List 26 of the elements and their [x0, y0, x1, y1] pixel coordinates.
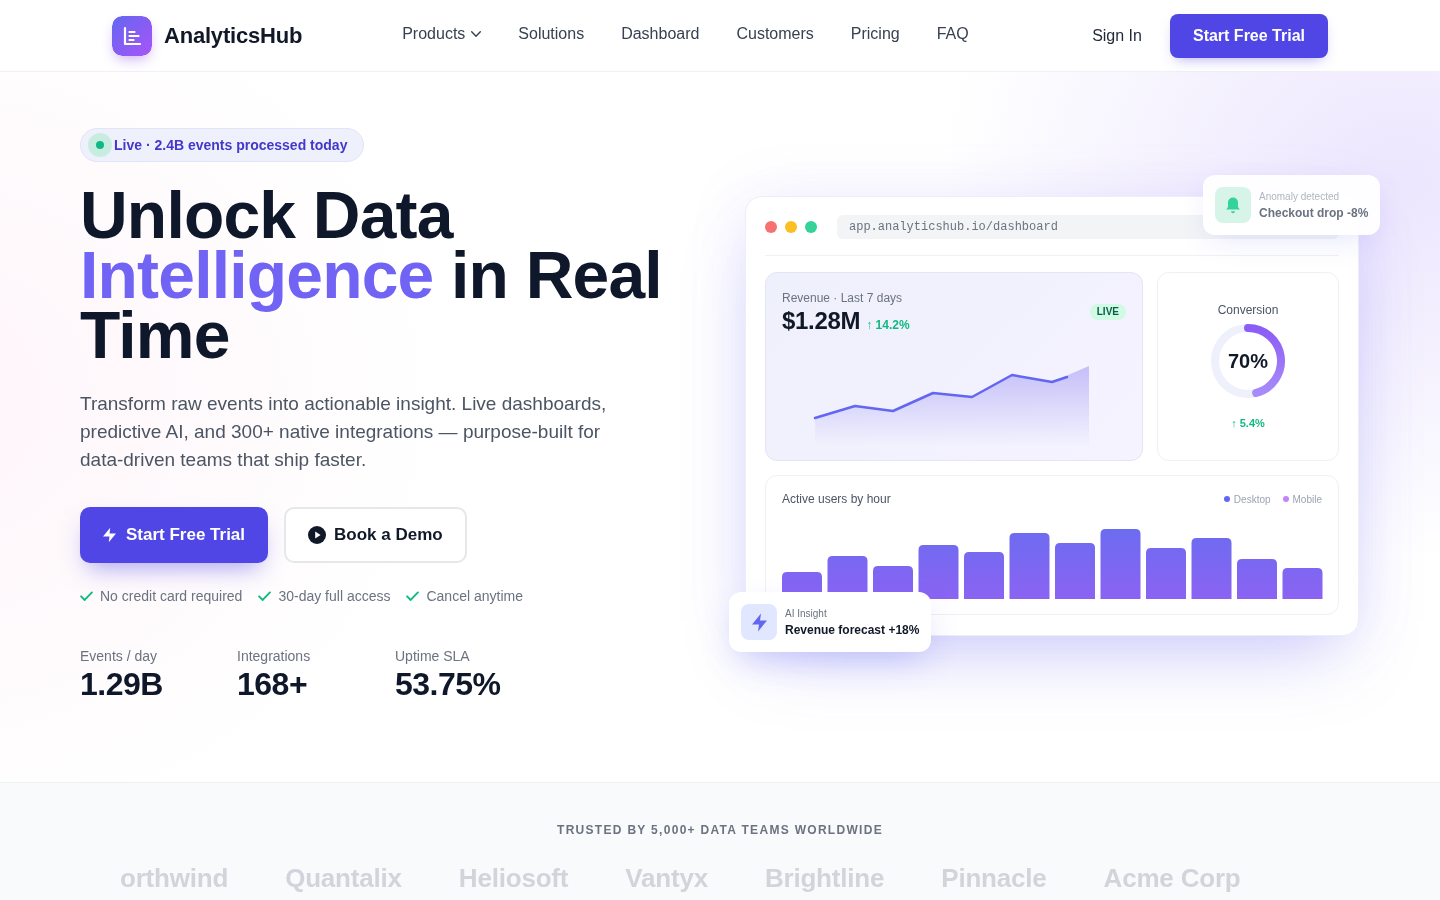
stat-label: Uptime SLA [395, 647, 471, 665]
badge-text: Live · 2.4B events processed today [114, 137, 348, 153]
conversion-value: 70% [1227, 350, 1269, 372]
revenue-label: Revenue · Last 7 days [782, 290, 904, 306]
popup-text: Revenue forecast +18% [785, 621, 920, 638]
change-text: ↑ 5.4% [1231, 416, 1265, 430]
live-tag: LIVE [1089, 304, 1126, 320]
perk-text: 30-day full access [278, 587, 391, 606]
legend-label: Desktop [1233, 493, 1271, 505]
legend-label: Mobile [1292, 493, 1322, 505]
conversion-label: Conversion [1217, 303, 1279, 317]
change-text: ↑ 14.2% [866, 318, 910, 332]
stat-value: 168+ [237, 666, 309, 702]
stat-value: 53.75% [395, 666, 502, 702]
perk-text: Cancel anytime [426, 587, 523, 606]
revenue-value: $1.28M [782, 306, 861, 336]
stat-label: Events / day [80, 647, 159, 665]
popup-label: Anomaly detected [1259, 189, 1341, 203]
headline: Unlock Data Intelligence in Real Time [80, 185, 663, 365]
chart-title: Active users by hour [782, 492, 891, 506]
stat-value: 1.29B [80, 666, 164, 702]
perk-text: No credit card required [100, 587, 243, 606]
hero-description: Transform raw events into actionable insight. Live dashboards, predictive AI, and 300+ native integrations — purpose-built for data-driven teams that ship faster. [80, 392, 608, 472]
section-heading: TRUSTED BY 5,000+ DATA TEAMS WORLDWIDE [556, 823, 884, 837]
stat-label: Integrations [237, 647, 312, 665]
popup-label: AI Insight [785, 606, 828, 620]
